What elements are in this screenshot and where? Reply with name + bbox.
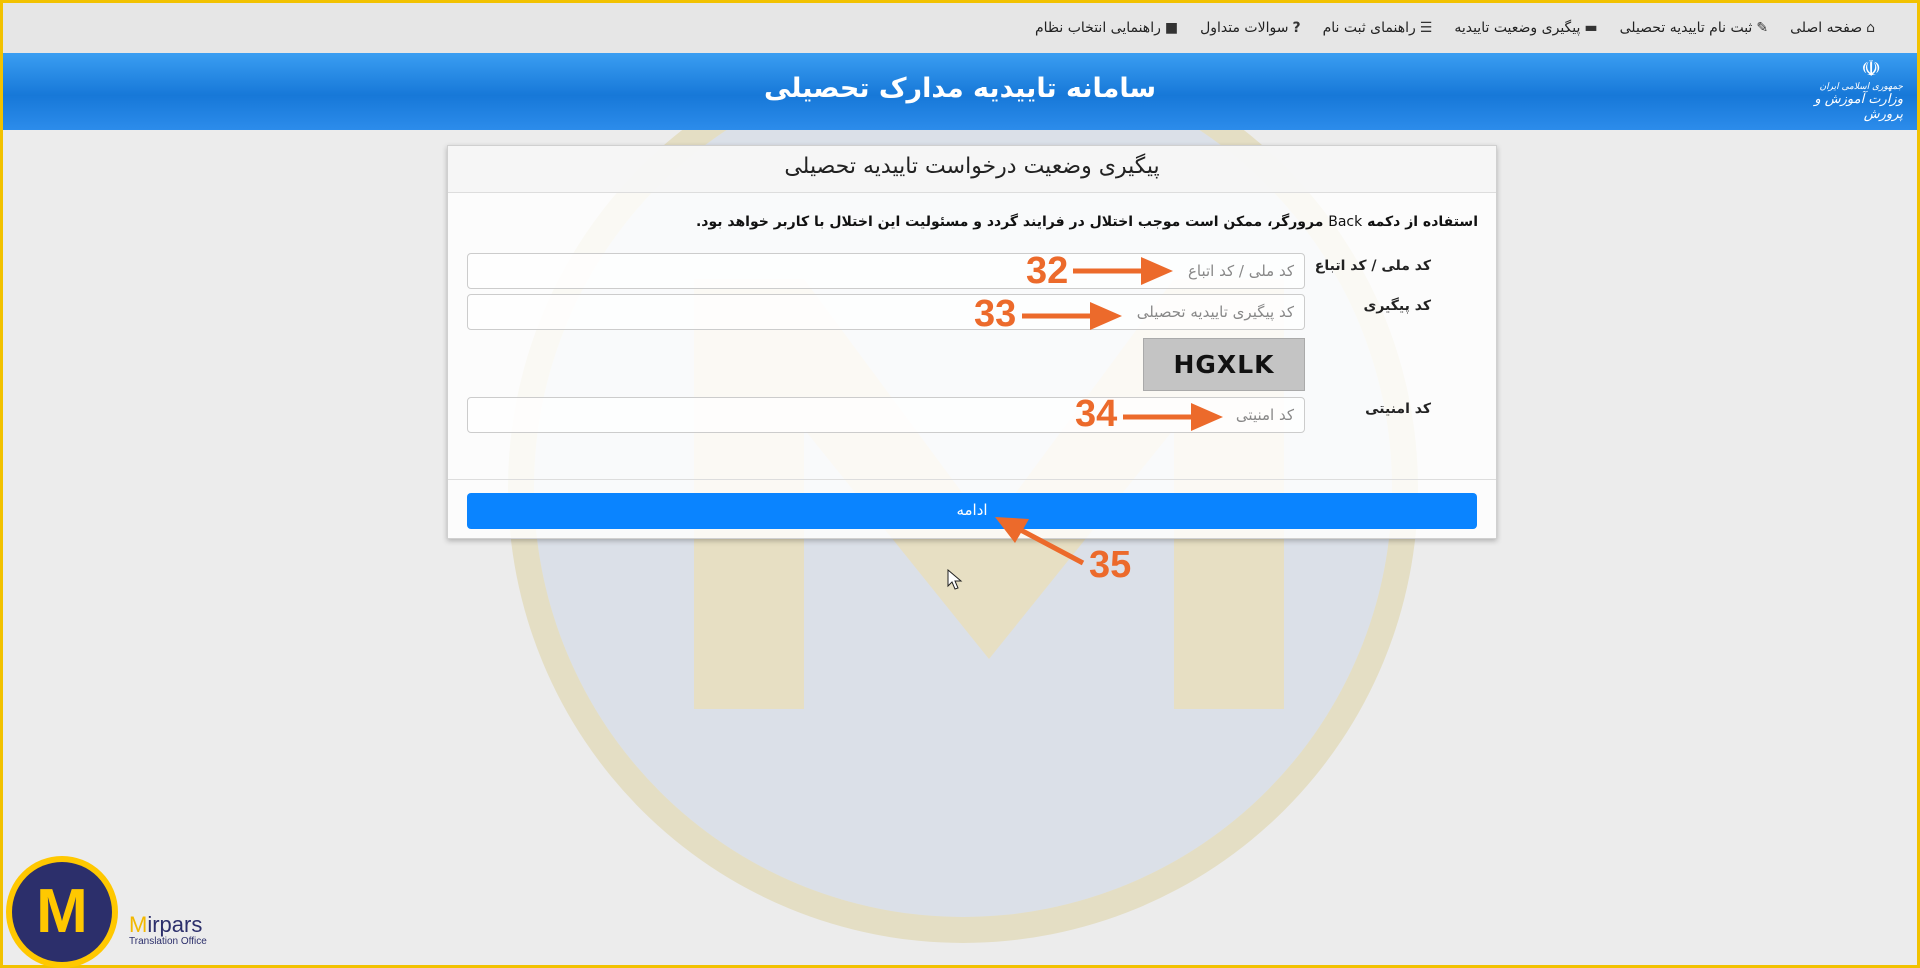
security-code-label: کد امنیتی (1365, 401, 1431, 417)
mirpars-logo: M (6, 856, 118, 968)
nav-label: راهنمایی انتخاب نظام (1034, 20, 1161, 36)
nav-label: ثبت نام تاییدیه تحصیلی (1619, 20, 1753, 36)
brand-rest: irpars (147, 912, 203, 937)
continue-button[interactable]: ادامه (467, 493, 1477, 529)
brand-tagline: Translation Office (129, 936, 207, 947)
nav-registration-guide[interactable]: ☰ راهنمای ثبت نام (1323, 20, 1433, 36)
nav-label: صفحه اصلی (1790, 20, 1863, 36)
book-icon: ■ (1164, 20, 1179, 36)
nav-register[interactable]: ✎ ثبت نام تاییدیه تحصیلی (1620, 20, 1768, 36)
nav-label: پیگیری وضعیت تاییدیه (1454, 20, 1581, 36)
nav-system-guide[interactable]: ■ راهنمایی انتخاب نظام (1035, 20, 1178, 36)
emblem-line2: وزارت آموزش و پرورش (1814, 92, 1903, 122)
footer-divider (448, 479, 1496, 480)
tracking-form-card: پیگیری وضعیت درخواست تاییدیه تحصیلی استف… (447, 145, 1497, 539)
card-title: پیگیری وضعیت درخواست تاییدیه تحصیلی (448, 146, 1496, 193)
mirpars-brand: Mirpars Translation Office (129, 914, 207, 948)
brand-initial: M (129, 912, 148, 937)
annotation-33: 33 (974, 293, 1017, 335)
annotation-35: 35 (1089, 544, 1132, 586)
tracking-code-label: کد پیگیری (1363, 298, 1431, 314)
annotation-34: 34 (1075, 393, 1118, 435)
home-icon: ⌂ (1866, 20, 1875, 36)
ministry-emblem: ☫ جمهوری اسلامی ایران وزارت آموزش و پرور… (1795, 57, 1903, 123)
notice-back-word: Back (1328, 214, 1363, 230)
notice-text: استفاده از دکمه (1367, 214, 1478, 230)
notice-text: مرورگر، ممکن است موجب اختلال در فرایند گ… (695, 214, 1324, 230)
mouse-cursor-icon (947, 569, 963, 590)
annotation-32: 32 (1026, 250, 1069, 292)
annotation-arrow-icon (1022, 302, 1122, 330)
annotation-arrow-icon (1073, 257, 1173, 285)
logo-m-icon: M (36, 877, 88, 946)
site-title: سامانه تاییدیه مدارک تحصیلی (763, 73, 1157, 104)
question-icon: ? (1292, 20, 1301, 36)
nav-label: راهنمای ثبت نام (1322, 20, 1416, 36)
national-code-label: کد ملی / کد اتباع (1314, 258, 1431, 274)
nav-label: سوالات متداول (1200, 20, 1289, 36)
nav-track-status[interactable]: ▬ پیگیری وضعیت تاییدیه (1454, 20, 1597, 36)
tracking-code-input[interactable]: کد پیگیری تاییدیه تحصیلی (467, 294, 1305, 330)
annotation-arrow-icon (995, 517, 1085, 566)
edit-icon: ✎ (1756, 20, 1769, 36)
nav-faq[interactable]: ? سوالات متداول (1200, 20, 1301, 36)
brand-name: Mirpars (129, 914, 207, 936)
annotation-arrow-icon (1123, 403, 1223, 431)
emblem-icon: ☫ (1861, 57, 1881, 82)
nav-home[interactable]: ⌂ صفحه اصلی (1790, 20, 1875, 36)
back-button-notice: استفاده از دکمه Back مرورگر، ممکن است مو… (696, 214, 1478, 230)
national-code-input[interactable]: کد ملی / کد اتباع (467, 253, 1305, 289)
emblem-line1: جمهوری اسلامی ایران (1819, 82, 1904, 92)
captcha-image: HGXLK (1143, 338, 1305, 391)
list-icon: ☰ (1419, 20, 1433, 36)
header-banner: سامانه تاییدیه مدارک تحصیلی ☫ جمهوری اسل… (3, 53, 1917, 130)
card-icon: ▬ (1584, 20, 1598, 36)
top-nav: ⌂ صفحه اصلی ✎ ثبت نام تاییدیه تحصیلی ▬ پ… (3, 3, 1917, 53)
